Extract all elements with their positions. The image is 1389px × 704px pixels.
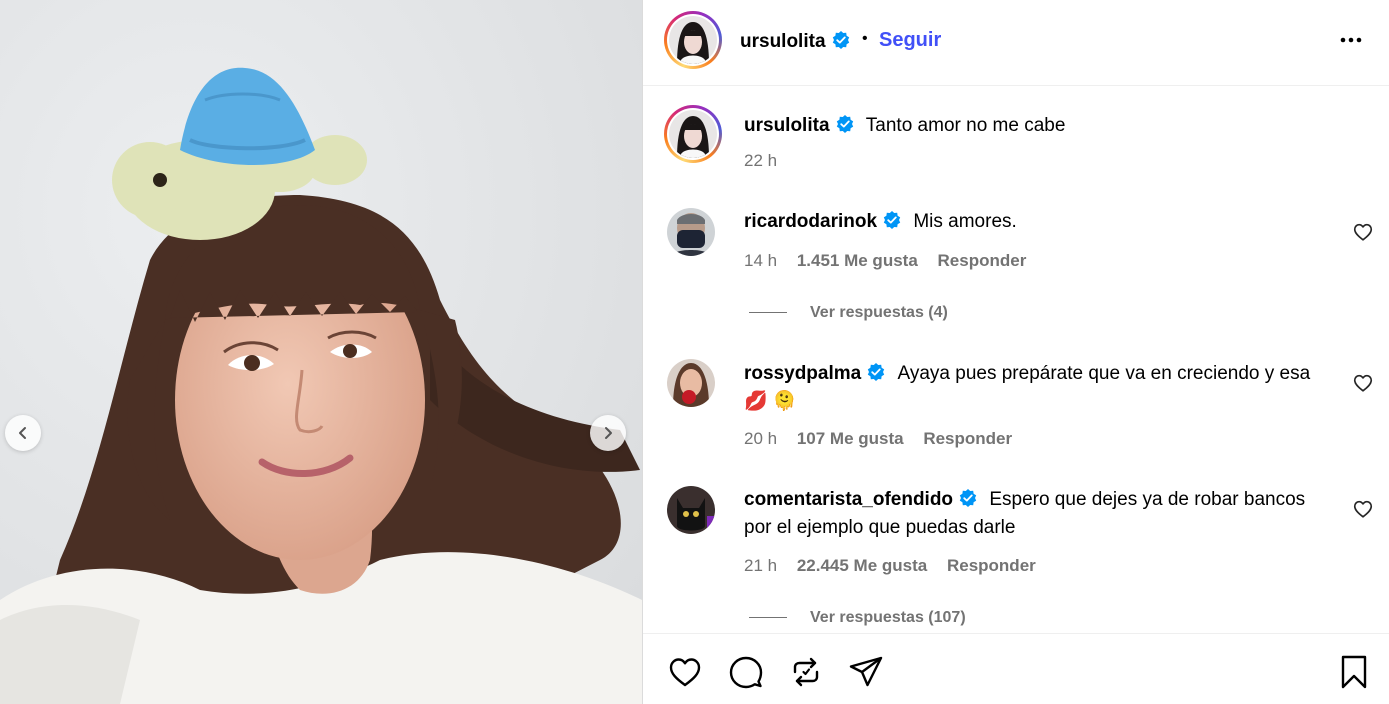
share-button[interactable] xyxy=(848,654,884,690)
comment-avatar-image xyxy=(667,486,715,534)
caption-author-avatar[interactable] xyxy=(664,105,722,163)
comment-text: comentarista_ofendido Espero que dejes y… xyxy=(744,486,1324,542)
comment-time[interactable]: 14 h xyxy=(744,251,777,270)
heart-icon xyxy=(1353,223,1373,241)
carousel-prev-button[interactable] xyxy=(5,415,41,451)
comment-avatar-image xyxy=(667,208,715,256)
replies-line xyxy=(749,617,787,619)
comment-text: ricardodarinok Mis amores. xyxy=(744,208,1324,236)
author-username-text: ursulolita xyxy=(740,31,826,52)
heart-icon xyxy=(1353,500,1373,518)
post-header: ursulolita • Seguir xyxy=(643,0,1389,86)
comment-meta: 21 h 22.445 Me gusta Responder xyxy=(744,556,1051,576)
comment-time[interactable]: 21 h xyxy=(744,556,777,575)
comment-likes[interactable]: 22.445 Me gusta xyxy=(797,556,927,575)
comment-username[interactable]: comentarista_ofendido xyxy=(744,489,953,510)
post-actions-bar xyxy=(643,633,1389,704)
comment-likes[interactable]: 107 Me gusta xyxy=(797,429,904,448)
more-options-icon xyxy=(1340,37,1362,43)
chevron-left-icon xyxy=(19,427,26,439)
photo-illustration xyxy=(0,0,642,704)
share-icon xyxy=(849,656,883,687)
verified-badge-icon xyxy=(868,363,885,381)
reply-button[interactable]: Responder xyxy=(938,251,1027,270)
heart-icon xyxy=(1353,374,1373,392)
comment-avatar[interactable] xyxy=(667,359,715,407)
comment-meta: 14 h 1.451 Me gusta Responder xyxy=(744,251,1041,271)
comment-like-button[interactable] xyxy=(1352,221,1374,243)
view-replies-label: Ver respuestas (107) xyxy=(810,609,966,626)
repost-icon xyxy=(793,657,819,687)
reply-button[interactable]: Responder xyxy=(923,429,1012,448)
replies-line xyxy=(749,312,787,314)
verified-badge-icon xyxy=(832,31,849,49)
view-replies-button[interactable]: Ver respuestas (4) xyxy=(749,304,948,322)
bookmark-icon xyxy=(1341,655,1367,689)
comments-list[interactable]: ursulolita Tanto amor no me cabe 22 h ri… xyxy=(643,87,1389,633)
verified-badge-icon xyxy=(836,115,853,133)
separator-dot: • xyxy=(862,30,868,47)
comment-likes[interactable]: 1.451 Me gusta xyxy=(797,251,918,270)
author-avatar[interactable] xyxy=(664,11,722,69)
post-side-panel: ursulolita • Seguir ursulolita Tanto amo… xyxy=(643,0,1389,704)
caption-username[interactable]: ursulolita xyxy=(744,115,830,136)
more-options-button[interactable] xyxy=(1336,28,1366,52)
verified-badge-icon xyxy=(883,211,901,229)
heart-icon xyxy=(669,658,701,687)
repost-button[interactable] xyxy=(788,654,824,690)
comment-username[interactable]: ricardodarinok xyxy=(744,211,877,232)
view-replies-label: Ver respuestas (4) xyxy=(810,304,948,321)
view-replies-button[interactable]: Ver respuestas (107) xyxy=(749,609,966,627)
verified-badge-icon xyxy=(959,489,977,507)
comment-icon xyxy=(729,656,763,689)
comment-avatar[interactable] xyxy=(667,208,715,256)
caption-avatar-image xyxy=(669,110,717,158)
reply-button[interactable]: Responder xyxy=(947,556,1036,575)
caption-time[interactable]: 22 h xyxy=(744,151,777,170)
caption-meta: 22 h xyxy=(744,151,792,171)
comment-avatar-image xyxy=(667,359,715,407)
carousel-next-button[interactable] xyxy=(590,415,626,451)
comment-meta: 20 h 107 Me gusta Responder xyxy=(744,429,1027,449)
author-avatar-image xyxy=(669,16,717,64)
comment-button[interactable] xyxy=(728,654,764,690)
caption-body: Tanto amor no me cabe xyxy=(865,115,1066,136)
like-button[interactable] xyxy=(667,654,703,690)
post-photo[interactable] xyxy=(0,0,642,704)
save-button[interactable] xyxy=(1336,654,1372,690)
caption-text: ursulolita Tanto amor no me cabe xyxy=(744,112,1324,140)
comment-username[interactable]: rossydpalma xyxy=(744,363,861,384)
comment-like-button[interactable] xyxy=(1352,372,1374,394)
follow-button[interactable]: Seguir xyxy=(879,29,941,52)
comment-time[interactable]: 20 h xyxy=(744,429,777,448)
comment-avatar[interactable] xyxy=(667,486,715,534)
comment-body: Mis amores. xyxy=(913,211,1017,232)
chevron-right-icon xyxy=(605,427,612,439)
comment-like-button[interactable] xyxy=(1352,498,1374,520)
author-username[interactable]: ursulolita xyxy=(740,30,851,53)
comment-text: rossydpalma Ayaya pues prepárate que va … xyxy=(744,360,1324,416)
